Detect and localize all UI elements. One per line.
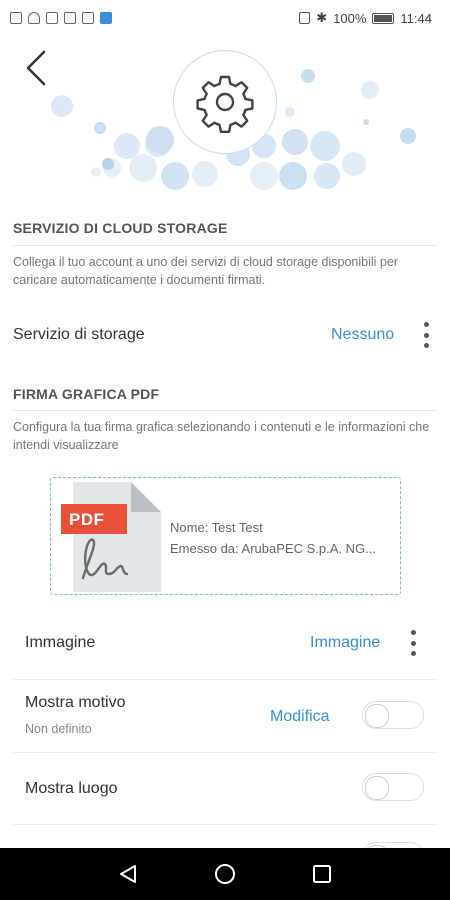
image-menu-icon[interactable] [405,628,421,658]
image-label: Immagine [25,634,96,651]
signature-issuer-line: Emesso da: ArubaPEC S.p.A. NG... [170,541,376,556]
gear-icon [196,75,254,133]
settings-header [0,36,450,196]
nav-recents-button[interactable] [308,860,336,888]
triangle-back-icon [120,865,137,883]
show-place-row: Mostra luogo [0,760,450,820]
show-place-label: Mostra luogo [25,780,118,797]
circle-home-icon [214,864,235,884]
battery-percent: 100% [333,10,367,26]
row-divider [13,824,437,825]
gallery-icon [64,12,76,24]
usb-icon [46,12,58,24]
nav-home-button[interactable] [211,860,239,888]
play-icon [82,12,94,24]
status-bar: ✱ 100% 11:44 [0,0,450,36]
storage-service-label: Servizio di storage [13,326,145,343]
clock: 11:44 [400,10,432,26]
back-button[interactable] [20,48,54,88]
app-notification-icon [100,12,112,24]
signature-name-line: Nome: Test Test [170,520,263,535]
nav-back-button[interactable] [114,860,142,888]
chevron-left-icon [26,50,46,86]
signature-preview[interactable]: PDF Nome: Test Test Emesso da: ArubaPEC … [50,477,401,595]
nfc-icon [299,12,311,24]
cloud-section-description: Collega il tuo account a uno dei servizi… [13,255,398,287]
bluetooth-icon: ✱ [316,10,328,25]
show-reason-toggle[interactable] [362,701,424,729]
wifi-icon [28,12,40,24]
system-status: ✱ 100% 11:44 [299,10,432,26]
section-divider [13,245,437,246]
section-divider [13,410,437,411]
notification-icons [10,12,112,24]
sim-icon [10,12,22,24]
image-row[interactable]: Immagine Immagine [0,618,450,668]
battery-icon [372,12,395,24]
cloud-section-title: SERVIZIO DI CLOUD STORAGE [13,220,228,236]
show-reason-sublabel: Non definito [25,722,92,736]
storage-service-value[interactable]: Nessuno [331,326,394,344]
settings-emblem [173,50,277,154]
pdf-badge-label: PDF [69,510,105,529]
storage-menu-icon[interactable] [418,320,434,350]
square-recents-icon [312,865,331,883]
row-divider [13,752,437,753]
edit-reason-button[interactable]: Modifica [270,708,330,726]
signature-section-description: Configura la tua firma grafica seleziona… [13,420,430,452]
pdf-signature-icon [61,482,161,592]
signature-section-title: FIRMA GRAFICA PDF [13,386,160,402]
system-navigation-bar [0,848,450,900]
show-reason-label: Mostra motivo [25,694,126,711]
show-reason-row: Mostra motivo Non definito Modifica [0,680,450,752]
show-place-toggle[interactable] [362,773,424,801]
image-value[interactable]: Immagine [310,634,380,652]
storage-service-row[interactable]: Servizio di storage Nessuno [0,310,450,360]
